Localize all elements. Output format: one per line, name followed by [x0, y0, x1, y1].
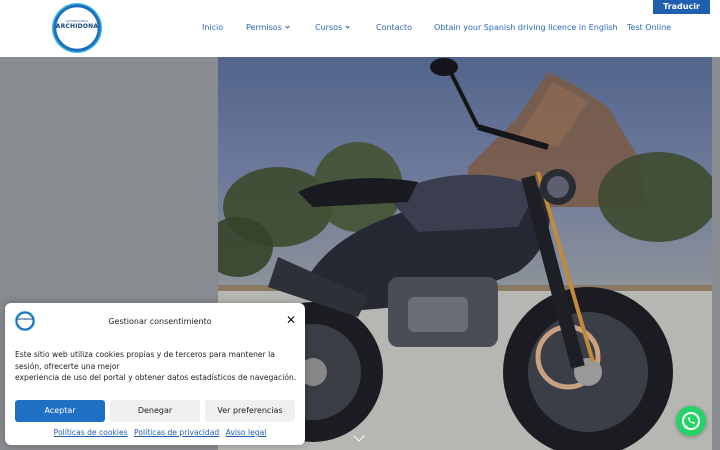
cookie-policy-link[interactable]: Políticas de cookies — [54, 428, 128, 437]
accept-button[interactable]: Aceptar — [15, 400, 105, 422]
nav-label: Cursos — [315, 23, 343, 32]
legal-notice-link[interactable]: Aviso legal — [226, 428, 267, 437]
chevron-down-icon — [285, 24, 290, 29]
nav-item-test-online[interactable]: Test Online — [627, 23, 671, 35]
translate-button[interactable]: Traducir — [653, 0, 710, 14]
cookie-text-line: sesión, ofrecerte una mejor — [15, 361, 120, 371]
cookie-consent-dialog: ARCHIDONA Gestionar consentimiento ✕ Est… — [5, 303, 305, 445]
cookie-text-line: experiencia de uso del portal y obtener … — [15, 373, 297, 382]
nav-item-english-licence[interactable]: Obtain your Spanish driving licence in E… — [434, 23, 618, 35]
nav-label: Inicio — [202, 23, 224, 32]
nav-item-inicio[interactable]: Inicio — [202, 23, 223, 35]
nav-item-contacto[interactable]: Contacto — [376, 23, 412, 35]
logo-name-text: ARCHIDONA — [55, 23, 99, 30]
nav-label: Obtain your Spanish driving licence in E… — [434, 23, 618, 32]
privacy-policy-link[interactable]: Políticas de privacidad — [134, 428, 219, 437]
cookie-title: Gestionar consentimiento — [108, 317, 212, 326]
deny-button[interactable]: Denegar — [110, 400, 200, 422]
whatsapp-button[interactable] — [676, 406, 706, 436]
chevron-down-icon — [345, 24, 350, 29]
cookie-text-line: Este sitio web utiliza cookies propias y… — [15, 350, 275, 359]
hero-right-strip — [712, 57, 720, 450]
nav-label: Permisos — [246, 23, 282, 32]
site-logo[interactable]: AUTOESCUELA ARCHIDONA — [52, 3, 102, 53]
close-icon[interactable]: ✕ — [285, 314, 297, 326]
whatsapp-icon — [682, 412, 700, 430]
nav-label: Contacto — [376, 23, 413, 32]
page: AUTOESCUELA ARCHIDONA Inicio Permisos Cu… — [0, 0, 720, 450]
cookie-links: Políticas de cookies Políticas de privac… — [5, 428, 315, 437]
nav-item-permisos[interactable]: Permisos — [246, 23, 290, 35]
site-header: AUTOESCUELA ARCHIDONA Inicio Permisos Cu… — [0, 0, 720, 57]
nav-label: Test Online — [627, 23, 672, 32]
logo-text: AUTOESCUELA ARCHIDONA — [52, 19, 102, 31]
nav-item-cursos[interactable]: Cursos — [315, 23, 350, 35]
preferences-button[interactable]: Ver preferencias — [205, 400, 295, 422]
cookie-text: Este sitio web utiliza cookies propias y… — [15, 349, 300, 384]
